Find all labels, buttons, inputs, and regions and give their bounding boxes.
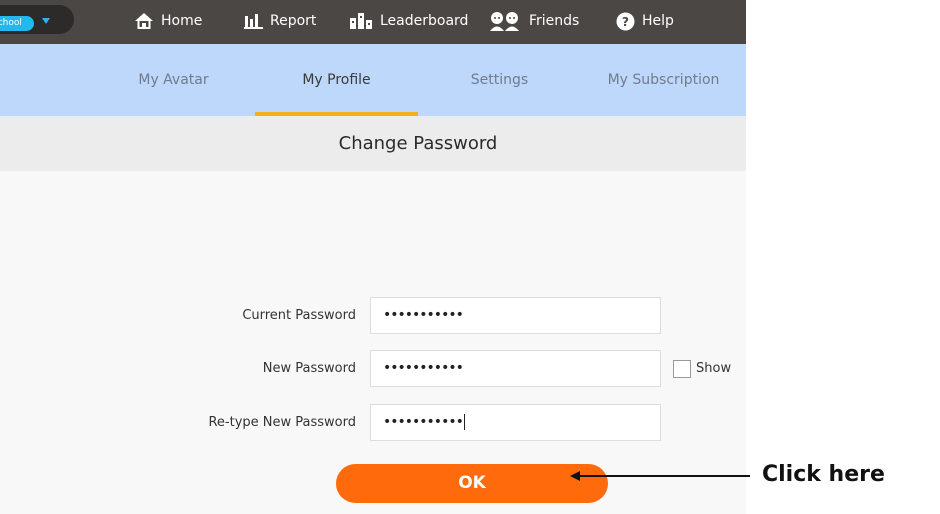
nav-report-label: Report bbox=[270, 13, 317, 29]
nav-leaderboard-label: Leaderboard bbox=[380, 13, 469, 29]
nav-home[interactable]: Home bbox=[134, 8, 202, 34]
retype-password-label: Re-type New Password bbox=[208, 415, 356, 430]
tab-my-subscription[interactable]: My Subscription bbox=[581, 44, 746, 116]
nav-friends-label: Friends bbox=[529, 13, 580, 29]
friends-icon bbox=[488, 10, 522, 32]
leaderboard-icon bbox=[349, 12, 373, 30]
new-password-value: ••••••••••• bbox=[383, 360, 464, 376]
svg-text:?: ? bbox=[622, 15, 629, 29]
tab-my-avatar[interactable]: My Avatar bbox=[92, 44, 255, 116]
show-password-checkbox[interactable] bbox=[673, 360, 691, 378]
current-password-label: Current Password bbox=[242, 308, 356, 323]
profile-tabs: My Avatar My Profile Settings My Subscri… bbox=[0, 44, 746, 116]
chevron-down-icon bbox=[42, 18, 50, 24]
help-icon: ? bbox=[616, 12, 635, 31]
retype-password-input[interactable]: ••••••••••• bbox=[370, 404, 661, 441]
home-icon bbox=[134, 12, 154, 30]
top-navigation-bar: School Home Report Leaderboard Fr bbox=[0, 0, 746, 44]
tab-settings[interactable]: Settings bbox=[418, 44, 581, 116]
nav-report[interactable]: Report bbox=[244, 8, 316, 34]
app-window: School Home Report Leaderboard Fr bbox=[0, 0, 746, 514]
section-title: Change Password bbox=[0, 116, 746, 171]
annotation-text: Click here bbox=[762, 462, 885, 487]
current-password-input[interactable]: ••••••••••• bbox=[370, 297, 661, 334]
nav-help-label: Help bbox=[642, 13, 674, 29]
school-selector[interactable]: School bbox=[0, 5, 74, 34]
nav-home-label: Home bbox=[161, 13, 203, 29]
nav-help[interactable]: ? Help bbox=[616, 8, 674, 34]
annotation-arrow bbox=[570, 471, 750, 481]
text-cursor bbox=[463, 414, 465, 430]
ok-button[interactable]: OK bbox=[336, 464, 608, 503]
tab-my-profile[interactable]: My Profile bbox=[255, 44, 418, 116]
school-badge: School bbox=[0, 16, 34, 31]
nav-friends[interactable]: Friends bbox=[488, 8, 579, 34]
nav-leaderboard[interactable]: Leaderboard bbox=[349, 8, 468, 34]
new-password-label: New Password bbox=[262, 361, 356, 376]
current-password-value: ••••••••••• bbox=[383, 307, 464, 323]
retype-password-value: ••••••••••• bbox=[383, 414, 464, 430]
show-password-label[interactable]: Show bbox=[696, 361, 731, 376]
new-password-input[interactable]: ••••••••••• bbox=[370, 350, 661, 387]
bar-chart-icon bbox=[244, 13, 263, 29]
